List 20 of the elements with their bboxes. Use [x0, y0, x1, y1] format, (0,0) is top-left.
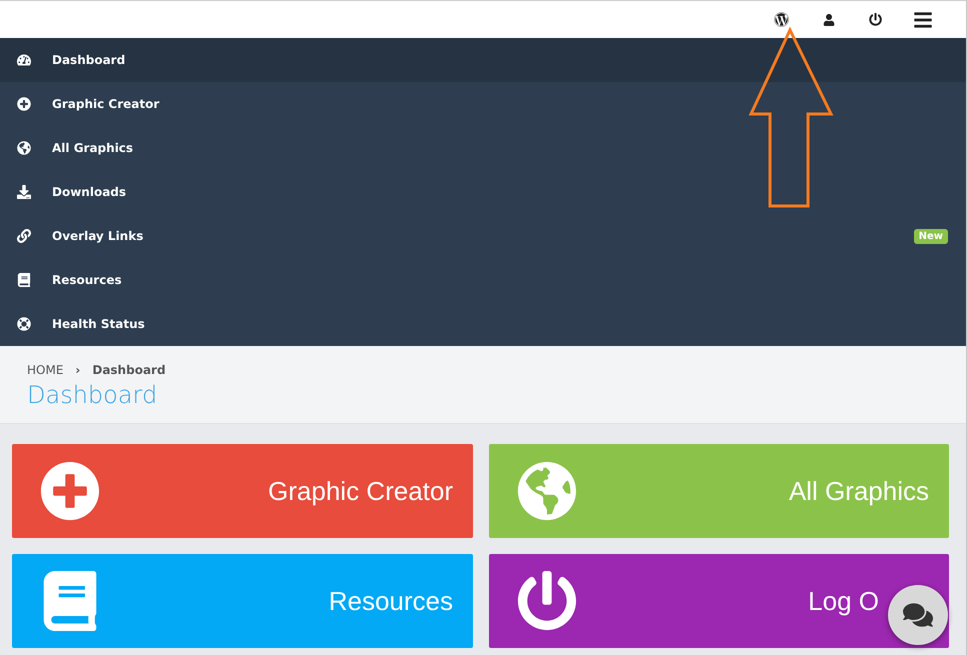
- breadcrumb-home[interactable]: HOME: [27, 363, 64, 377]
- link-icon: [17, 229, 31, 243]
- power-icon: [869, 13, 882, 26]
- gauge-icon: [17, 53, 31, 67]
- sidebar-item[interactable]: Dashboard: [0, 38, 966, 82]
- dashboard-tile[interactable]: Log O: [489, 554, 949, 648]
- page-title: Dashboard: [27, 381, 158, 409]
- download-icon: [17, 185, 31, 199]
- globe-icon: [17, 141, 31, 155]
- globe-icon: [517, 461, 577, 521]
- lifebuoy-icon: [17, 317, 31, 331]
- breadcrumb-separator: ›: [75, 363, 80, 377]
- new-badge: New: [914, 228, 948, 244]
- power-icon: [517, 571, 577, 631]
- user-icon: [822, 14, 834, 26]
- dashboard-tile[interactable]: Graphic Creator: [12, 444, 473, 538]
- breadcrumb-current: Dashboard: [92, 363, 166, 377]
- wordpress-icon: [774, 12, 789, 27]
- book-icon: [17, 273, 31, 287]
- menu-icon: [912, 10, 932, 30]
